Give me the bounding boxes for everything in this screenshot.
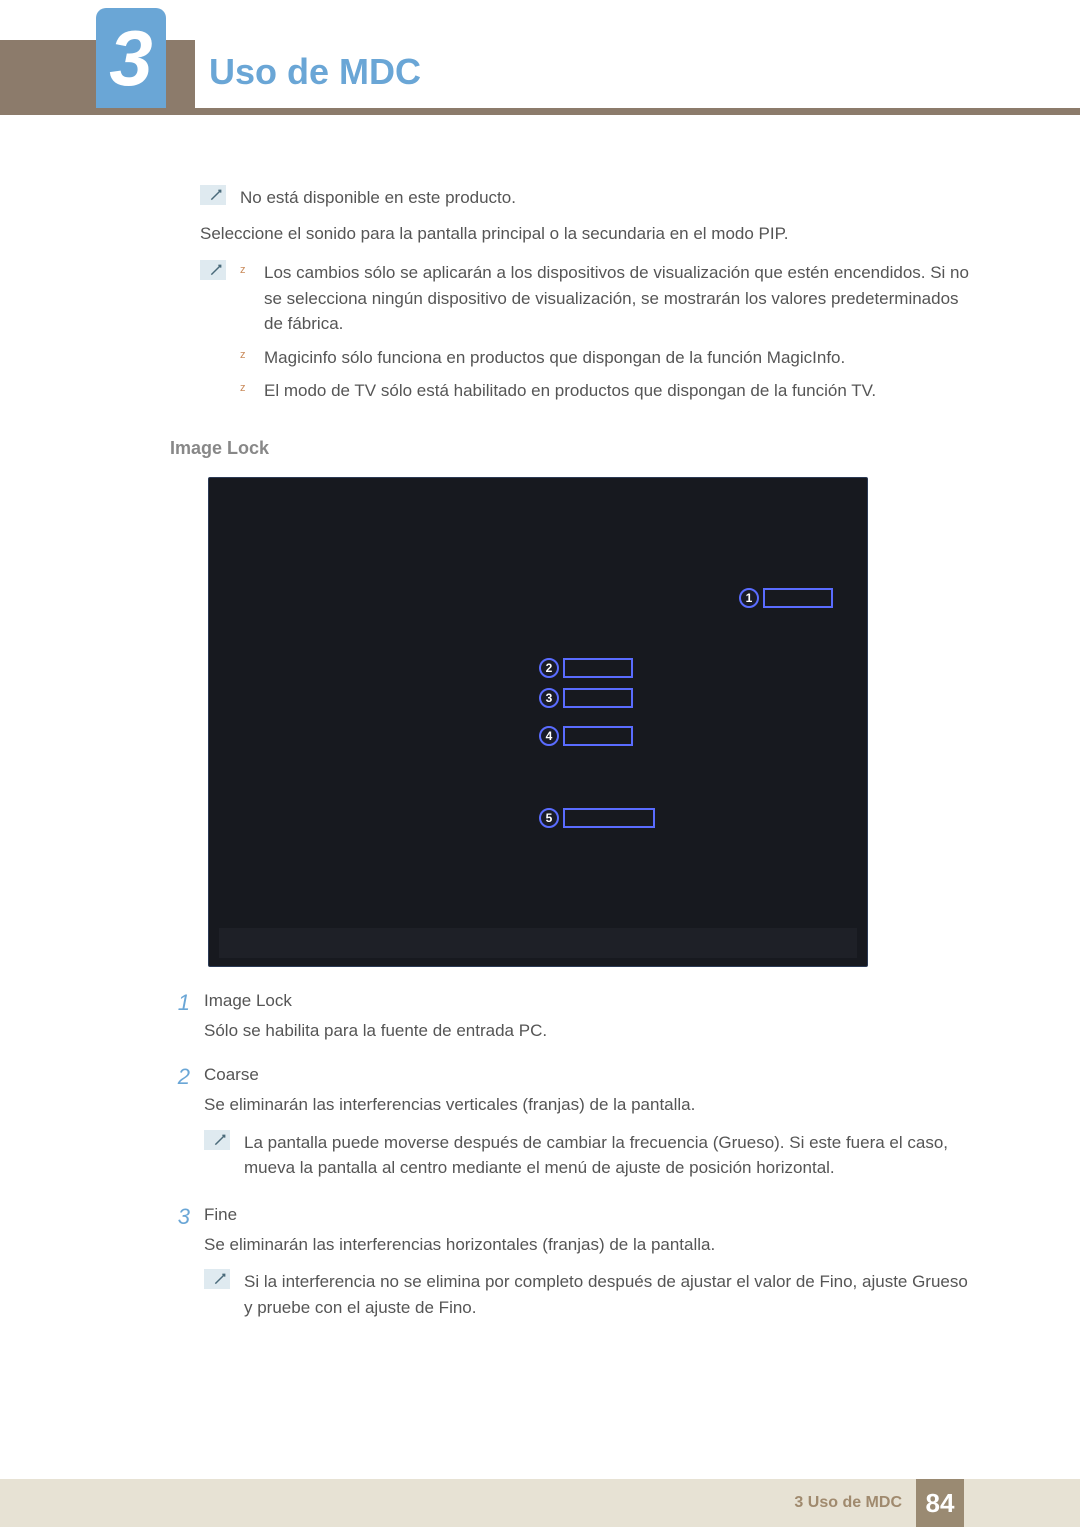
screenshot-image-lock: 1 2 3 4 5	[208, 477, 868, 967]
note-icon	[204, 1269, 230, 1289]
item-title: Image Lock	[204, 991, 970, 1011]
callout-number: 3	[539, 688, 559, 708]
list-item: z Magicinfo sólo funciona en productos q…	[240, 345, 970, 371]
item-desc: Se eliminarán las interferencias vertica…	[204, 1093, 970, 1118]
note-row: No está disponible en este producto.	[200, 185, 970, 211]
callout-number: 2	[539, 658, 559, 678]
chapter-badge: 3	[96, 8, 166, 108]
chapter-title: Uso de MDC	[209, 51, 421, 93]
footer-label: 3 Uso de MDC	[794, 1494, 902, 1512]
list-item: z El modo de TV sólo está habilitado en …	[240, 378, 970, 404]
item-body: Fine Se eliminarán las interferencias ho…	[204, 1205, 970, 1335]
bullet-marker: z	[240, 260, 250, 337]
content-area: No está disponible en este producto. Sel…	[0, 115, 1080, 1334]
numbered-item-1: 1 Image Lock Sólo se habilita para la fu…	[170, 991, 970, 1056]
bullet-block: z Los cambios sólo se aplicarán a los di…	[200, 260, 970, 412]
callout-box	[563, 808, 655, 828]
paragraph-select-sound: Seleccione el sonido para la pantalla pr…	[200, 221, 970, 247]
chapter-number: 3	[109, 19, 152, 97]
bullet-marker: z	[240, 378, 250, 404]
item-number: 3	[170, 1205, 190, 1229]
item-note: Si la interferencia no se elimina por co…	[204, 1269, 970, 1320]
footer-bar: 3 Uso de MDC 84	[0, 1479, 1080, 1527]
note-icon	[204, 1130, 230, 1150]
numbered-list: 1 Image Lock Sólo se habilita para la fu…	[170, 991, 970, 1335]
callout-box	[563, 688, 633, 708]
item-desc: Sólo se habilita para la fuente de entra…	[204, 1019, 970, 1044]
note-text: No está disponible en este producto.	[240, 185, 516, 211]
item-body: Coarse Se eliminarán las interferencias …	[204, 1065, 970, 1195]
bullet-text: Magicinfo sólo funciona en productos que…	[264, 345, 845, 371]
item-number: 1	[170, 991, 190, 1015]
callout-3: 3	[539, 688, 633, 708]
callout-2: 2	[539, 658, 633, 678]
item-body: Image Lock Sólo se habilita para la fuen…	[204, 991, 970, 1056]
callout-5: 5	[539, 808, 655, 828]
item-title: Coarse	[204, 1065, 970, 1085]
screenshot-bottom-ribbon	[219, 928, 857, 958]
callout-number: 5	[539, 808, 559, 828]
numbered-item-3: 3 Fine Se eliminarán las interferencias …	[170, 1205, 970, 1335]
page-number: 84	[916, 1479, 964, 1527]
numbered-item-2: 2 Coarse Se eliminarán las interferencia…	[170, 1065, 970, 1195]
callout-box	[763, 588, 833, 608]
item-title: Fine	[204, 1205, 970, 1225]
chapter-title-bar: Uso de MDC	[195, 36, 1080, 108]
bullet-list: z Los cambios sólo se aplicarán a los di…	[240, 260, 970, 412]
item-desc: Se eliminarán las interferencias horizon…	[204, 1233, 970, 1258]
header-bar: 3 Uso de MDC	[0, 0, 1080, 115]
callout-number: 4	[539, 726, 559, 746]
item-note-text: La pantalla puede moverse después de cam…	[244, 1130, 970, 1181]
callout-number: 1	[739, 588, 759, 608]
item-number: 2	[170, 1065, 190, 1089]
bullet-marker: z	[240, 345, 250, 371]
page: 3 Uso de MDC No está disponible en este …	[0, 0, 1080, 1527]
section-heading: Image Lock	[170, 438, 970, 459]
callout-4: 4	[539, 726, 633, 746]
callout-box	[563, 658, 633, 678]
callout-box	[563, 726, 633, 746]
item-note-text: Si la interferencia no se elimina por co…	[244, 1269, 970, 1320]
note-icon	[200, 260, 226, 280]
bullet-text: Los cambios sólo se aplicarán a los disp…	[264, 260, 970, 337]
item-note: La pantalla puede moverse después de cam…	[204, 1130, 970, 1181]
note-icon	[200, 185, 226, 205]
list-item: z Los cambios sólo se aplicarán a los di…	[240, 260, 970, 337]
bullet-text: El modo de TV sólo está habilitado en pr…	[264, 378, 876, 404]
callout-1: 1	[739, 588, 833, 608]
